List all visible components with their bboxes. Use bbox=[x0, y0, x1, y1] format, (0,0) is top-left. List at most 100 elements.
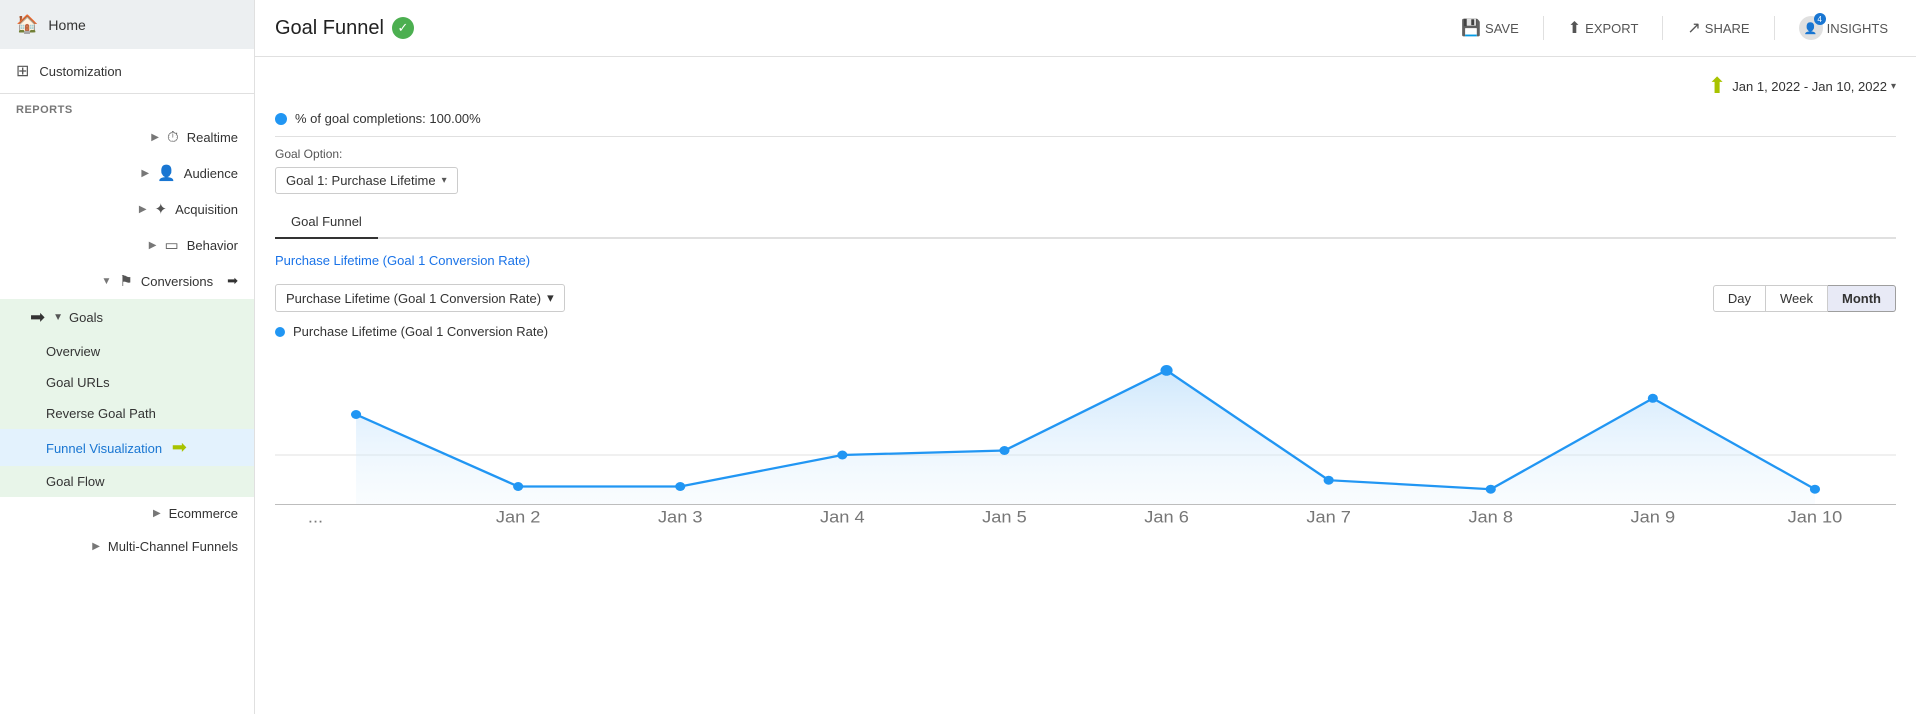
sidebar-item-realtime-label: Realtime bbox=[187, 130, 238, 145]
line-chart: ... Jan 2 Jan 3 Jan 4 Jan 5 Jan 6 Jan 7 … bbox=[275, 347, 1896, 527]
time-btn-month[interactable]: Month bbox=[1828, 285, 1896, 312]
sidebar-item-ecommerce-label: Ecommerce bbox=[169, 506, 238, 521]
goal-select[interactable]: Goal 1: Purchase Lifetime ▾ bbox=[275, 167, 458, 194]
conversions-arrow-indicator: ➡ bbox=[227, 273, 238, 289]
insights-avatar: 👤 4 bbox=[1799, 16, 1823, 40]
top-bar-actions: 💾 SAVE ⬆ EXPORT ↗ SHARE 👤 4 INSIGHTS bbox=[1453, 12, 1896, 44]
sidebar-item-behavior[interactable]: ▶ ▭ Behavior bbox=[0, 227, 254, 263]
chart-subtitle: Purchase Lifetime (Goal 1 Conversion Rat… bbox=[275, 253, 1896, 268]
separator bbox=[1543, 16, 1544, 40]
svg-text:Jan 3: Jan 3 bbox=[658, 507, 703, 526]
content-area: ⬆ Jan 1, 2022 - Jan 10, 2022 ▾ % of goal… bbox=[255, 57, 1916, 714]
goal-select-arrow-icon: ▾ bbox=[442, 175, 447, 186]
sidebar: 🏠 Home ⊞ Customization REPORTS ▶ ⏱ Realt… bbox=[0, 0, 255, 714]
chevron-right-icon: ▶ bbox=[153, 508, 161, 519]
chevron-right-icon: ▶ bbox=[141, 168, 149, 179]
acquisition-icon: ✦ bbox=[155, 200, 168, 218]
chart-container: ... Jan 2 Jan 3 Jan 4 Jan 5 Jan 6 Jan 7 … bbox=[275, 347, 1896, 530]
completions-dot bbox=[275, 113, 287, 125]
sidebar-item-ecommerce[interactable]: ▶ Ecommerce bbox=[0, 497, 254, 530]
svg-text:...: ... bbox=[308, 507, 323, 526]
save-button[interactable]: 💾 SAVE bbox=[1453, 14, 1527, 42]
customization-icon: ⊞ bbox=[16, 61, 29, 81]
legend-dot bbox=[275, 327, 285, 337]
verified-badge: ✓ bbox=[392, 17, 414, 39]
sidebar-item-acquisition[interactable]: ▶ ✦ Acquisition bbox=[0, 191, 254, 227]
sidebar-item-funnel-visualization[interactable]: Funnel Visualization ➡ bbox=[0, 429, 254, 466]
goals-section: ➡ ▼ Goals Overview Goal URLs Reverse Goa… bbox=[0, 299, 254, 497]
reports-label: REPORTS bbox=[0, 94, 254, 120]
tabs-row: Goal Funnel bbox=[275, 206, 1896, 239]
separator bbox=[1774, 16, 1775, 40]
svg-text:Jan 5: Jan 5 bbox=[982, 507, 1027, 526]
goals-header[interactable]: ➡ ▼ Goals bbox=[0, 299, 254, 336]
chevron-right-icon: ▶ bbox=[92, 541, 100, 552]
save-icon: 💾 bbox=[1461, 18, 1481, 38]
save-label: SAVE bbox=[1485, 21, 1519, 36]
page-title: Goal Funnel ✓ bbox=[275, 17, 414, 40]
separator bbox=[1662, 16, 1663, 40]
date-range-selector[interactable]: Jan 1, 2022 - Jan 10, 2022 ▾ bbox=[1732, 79, 1896, 94]
metric-select[interactable]: Purchase Lifetime (Goal 1 Conversion Rat… bbox=[275, 284, 565, 312]
sidebar-item-conversions[interactable]: ▼ ⚑ Conversions ➡ bbox=[0, 263, 254, 299]
main-content: Goal Funnel ✓ 💾 SAVE ⬆ EXPORT ↗ SHARE 👤 bbox=[255, 0, 1916, 714]
metric-select-arrow-icon: ▾ bbox=[547, 290, 554, 306]
goal-completions-row: % of goal completions: 100.00% bbox=[275, 111, 1896, 126]
chart-legend: Purchase Lifetime (Goal 1 Conversion Rat… bbox=[275, 324, 1896, 339]
audience-icon: 👤 bbox=[157, 164, 176, 182]
chart-controls: Purchase Lifetime (Goal 1 Conversion Rat… bbox=[275, 284, 1896, 312]
sidebar-item-behavior-label: Behavior bbox=[187, 238, 238, 253]
goal-select-value: Goal 1: Purchase Lifetime bbox=[286, 173, 436, 188]
sidebar-item-reverse-goal-path[interactable]: Reverse Goal Path bbox=[0, 398, 254, 429]
sidebar-item-acquisition-label: Acquisition bbox=[175, 202, 238, 217]
page-title-text: Goal Funnel bbox=[275, 17, 384, 40]
time-btn-week[interactable]: Week bbox=[1766, 285, 1828, 312]
export-button[interactable]: ⬆ EXPORT bbox=[1560, 14, 1647, 42]
tab-goal-funnel-label: Goal Funnel bbox=[291, 214, 362, 229]
completions-text: % of goal completions: 100.00% bbox=[295, 111, 481, 126]
sidebar-item-conversions-label: Conversions bbox=[141, 274, 213, 289]
sidebar-customization[interactable]: ⊞ Customization bbox=[0, 49, 254, 94]
home-icon: 🏠 bbox=[16, 14, 38, 35]
sidebar-item-overview[interactable]: Overview bbox=[0, 336, 254, 367]
share-button[interactable]: ↗ SHARE bbox=[1679, 14, 1757, 42]
insights-button[interactable]: 👤 4 INSIGHTS bbox=[1791, 12, 1896, 44]
date-range-dropdown-icon: ▾ bbox=[1891, 81, 1896, 92]
date-arrow-up-icon: ⬆ bbox=[1708, 73, 1726, 99]
svg-text:Jan 9: Jan 9 bbox=[1631, 507, 1676, 526]
svg-text:Jan 10: Jan 10 bbox=[1788, 507, 1843, 526]
svg-text:Jan 6: Jan 6 bbox=[1144, 507, 1189, 526]
chevron-right-icon: ▶ bbox=[149, 240, 157, 251]
chevron-right-icon: ▶ bbox=[139, 204, 147, 215]
insights-label: INSIGHTS bbox=[1827, 21, 1888, 36]
divider bbox=[275, 136, 1896, 137]
sidebar-item-multichannel-label: Multi-Channel Funnels bbox=[108, 539, 238, 554]
sidebar-customization-label: Customization bbox=[39, 64, 121, 79]
sidebar-home[interactable]: 🏠 Home bbox=[0, 0, 254, 49]
time-btn-day[interactable]: Day bbox=[1713, 285, 1766, 312]
svg-text:Jan 4: Jan 4 bbox=[820, 507, 865, 526]
sidebar-item-realtime[interactable]: ▶ ⏱ Realtime bbox=[0, 120, 254, 155]
svg-text:Jan 7: Jan 7 bbox=[1306, 507, 1351, 526]
share-label: SHARE bbox=[1705, 21, 1750, 36]
chevron-right-icon: ▶ bbox=[151, 132, 159, 143]
export-icon: ⬆ bbox=[1568, 18, 1581, 38]
sidebar-item-goal-urls[interactable]: Goal URLs bbox=[0, 367, 254, 398]
goals-arrow-indicator: ➡ bbox=[30, 307, 45, 328]
share-icon: ↗ bbox=[1687, 18, 1700, 38]
top-bar: Goal Funnel ✓ 💾 SAVE ⬆ EXPORT ↗ SHARE 👤 bbox=[255, 0, 1916, 57]
sidebar-item-goal-flow[interactable]: Goal Flow bbox=[0, 466, 254, 497]
svg-text:Jan 2: Jan 2 bbox=[496, 507, 541, 526]
goal-option-label: Goal Option: bbox=[275, 147, 1896, 161]
date-range-row: ⬆ Jan 1, 2022 - Jan 10, 2022 ▾ bbox=[275, 73, 1896, 99]
metric-select-value: Purchase Lifetime (Goal 1 Conversion Rat… bbox=[286, 291, 541, 306]
sidebar-home-label: Home bbox=[48, 17, 85, 33]
goals-chevron-down-icon: ▼ bbox=[53, 312, 63, 323]
date-range-text: Jan 1, 2022 - Jan 10, 2022 bbox=[1732, 79, 1887, 94]
sidebar-item-audience[interactable]: ▶ 👤 Audience bbox=[0, 155, 254, 191]
legend-text: Purchase Lifetime (Goal 1 Conversion Rat… bbox=[293, 324, 548, 339]
sidebar-item-multichannel[interactable]: ▶ Multi-Channel Funnels bbox=[0, 530, 254, 563]
tab-goal-funnel[interactable]: Goal Funnel bbox=[275, 206, 378, 239]
insights-badge: 4 bbox=[1814, 13, 1826, 25]
sidebar-item-audience-label: Audience bbox=[184, 166, 238, 181]
